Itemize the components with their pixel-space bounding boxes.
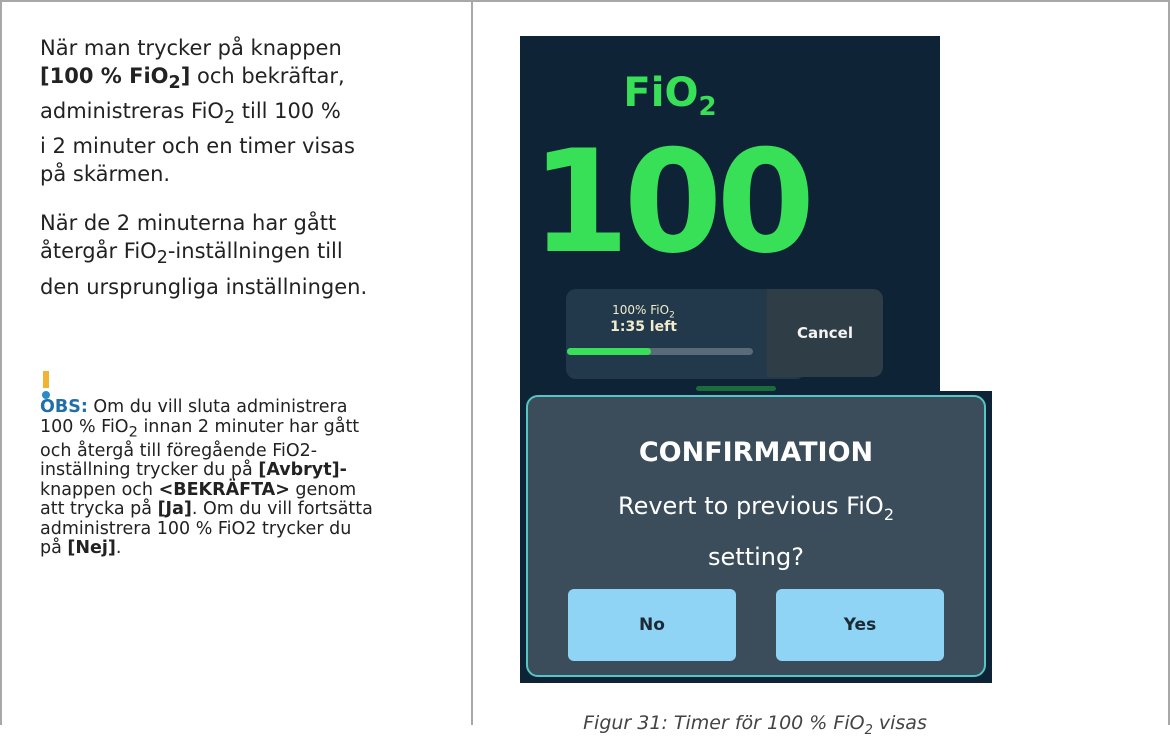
no-button[interactable]: No (568, 589, 736, 661)
confirmation-dialog-backdrop: CONFIRMATION Revert to previous FiO2 sett… (520, 391, 992, 683)
note-label: OBS: (40, 397, 88, 417)
cancel-button[interactable]: Cancel (767, 289, 883, 377)
dialog-question: Revert to previous FiO2 setting? (617, 492, 894, 571)
timer-progress-fill (567, 348, 651, 355)
exclamation-icon (42, 371, 50, 399)
paragraph-revert: När de 2 minuterna har gått återgår FiO2… (40, 211, 368, 299)
button-reference-100-fio2: [100 % FiO2] (40, 64, 191, 94)
timer-remaining: 1:35 left (610, 319, 677, 335)
ventilator-screen: FiO2 100 100% FiO2 1:35 left Cancel (520, 36, 940, 391)
dialog-title: CONFIRMATION (638, 437, 874, 468)
instruction-text: När man trycker på knappen [100 % FiO2] … (40, 34, 460, 322)
fio2-parameter-title: FiO2 (623, 70, 717, 122)
timer-progress-bar (567, 348, 753, 355)
table-border-left (0, 0, 2, 725)
text: När man trycker på knappen (40, 36, 342, 60)
table-border-top (0, 0, 1170, 2)
confirmation-dialog: CONFIRMATION Revert to previous FiO2 sett… (526, 395, 986, 677)
yes-button[interactable]: Yes (776, 589, 944, 661)
note-block: OBS: Om du vill sluta administrera 100 %… (40, 397, 373, 558)
paragraph-activate: När man trycker på knappen [100 % FiO2] … (40, 36, 355, 187)
fio2-value: 100 (530, 120, 815, 285)
timer-label: 100% FiO2 (612, 303, 675, 321)
table-column-divider (471, 0, 473, 725)
